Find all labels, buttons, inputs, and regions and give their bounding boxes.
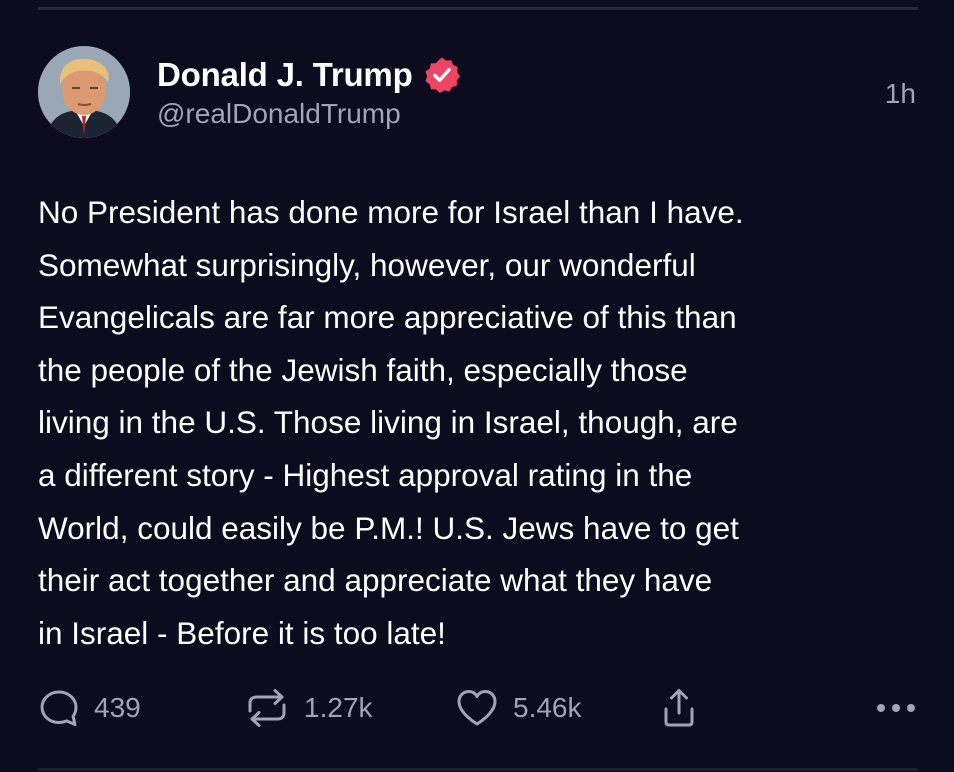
- avatar[interactable]: [38, 46, 130, 138]
- share-arrow-icon: [664, 689, 694, 727]
- author-name-row: Donald J. Trump: [157, 54, 461, 96]
- like-count: 5.46k: [513, 692, 582, 723]
- like-button[interactable]: 5.46k: [455, 686, 582, 730]
- avatar-image: [38, 46, 130, 138]
- reply-button[interactable]: 439: [38, 686, 141, 730]
- reply-count: 439: [94, 692, 141, 723]
- top-divider: [38, 7, 918, 10]
- post-timestamp[interactable]: 1h: [885, 78, 916, 110]
- heart-icon: [457, 690, 497, 726]
- verified-badge-icon: [424, 57, 460, 94]
- author-handle[interactable]: @realDonaldTrump: [157, 98, 461, 130]
- bottom-divider: [38, 768, 918, 771]
- post-actions: 439 1.27k 5.46k: [38, 686, 918, 730]
- ellipsis-icon: [877, 704, 915, 712]
- speech-bubble-icon: [40, 690, 78, 726]
- repost-count: 1.27k: [304, 692, 373, 723]
- more-options-button[interactable]: [874, 686, 918, 730]
- share-button[interactable]: [662, 686, 696, 730]
- post-text: No President has done more for Israel th…: [38, 194, 744, 651]
- repost-button[interactable]: 1.27k: [244, 686, 373, 730]
- post-author: Donald J. Trump @realDonaldTrump: [157, 54, 461, 130]
- repost-arrows-icon: [248, 689, 286, 727]
- author-display-name[interactable]: Donald J. Trump: [157, 56, 413, 94]
